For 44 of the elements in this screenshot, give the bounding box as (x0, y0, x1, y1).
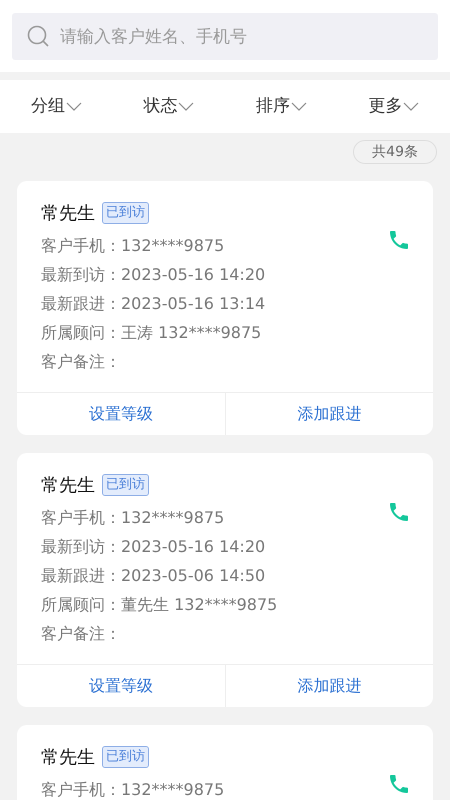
filter-dropdown[interactable]: 分组 (30, 94, 82, 120)
chevron-down-icon (66, 102, 82, 111)
status-tag: 已到访 (102, 202, 149, 224)
field-label: 最新跟进： (41, 293, 121, 315)
card-action[interactable]: 设置等级 (17, 665, 224, 707)
status-tag: 已到访 (102, 474, 149, 496)
chevron-down-icon (290, 102, 307, 111)
field-label: 最新到访： (41, 536, 121, 558)
chevron-down-icon (178, 102, 194, 111)
field-value: 132****9875 (121, 507, 224, 529)
card-action[interactable]: 添加跟进 (224, 393, 433, 435)
filter-dropdown[interactable]: 状态 (143, 94, 194, 120)
customer-name: 常先生 (41, 746, 95, 770)
card-action[interactable]: 添加跟进 (224, 665, 433, 707)
field-label: 客户手机： (41, 507, 121, 529)
field-label: 客户备注： (41, 351, 121, 373)
search-icon (27, 25, 49, 47)
field-value: 2023-05-16 14:20 (121, 264, 266, 286)
field-value: 2023-05-06 14:50 (121, 565, 266, 587)
field-value: 2023-05-16 14:20 (121, 536, 266, 558)
search-field[interactable]: 请输入客户姓名、手机号 (12, 13, 438, 60)
phone-icon[interactable] (387, 500, 411, 524)
field-label: 客户手机： (41, 779, 121, 800)
phone-icon[interactable] (387, 772, 411, 796)
field-label: 所属顾问： (41, 322, 121, 344)
total-count: 共49条 (353, 140, 437, 164)
field-label: 最新到访： (41, 264, 121, 286)
chevron-down-icon (403, 102, 420, 111)
customer-name: 常先生 (41, 202, 95, 226)
field-label: 最新跟进： (41, 565, 121, 587)
field-label: 客户备注： (41, 623, 121, 645)
field-label: 客户手机： (41, 235, 121, 257)
field-value: 王涛 132****9875 (121, 322, 262, 344)
card-action[interactable]: 设置等级 (17, 393, 224, 435)
field-value: 2023-05-16 13:14 (121, 293, 266, 315)
filter-dropdown[interactable]: 更多 (368, 94, 420, 120)
customer-name: 常先生 (41, 474, 95, 498)
field-value: 董先生 132****9875 (121, 594, 278, 616)
field-value: 132****9875 (121, 779, 224, 800)
status-tag: 已到访 (102, 746, 149, 768)
field-value: 132****9875 (121, 235, 224, 257)
phone-icon[interactable] (387, 228, 411, 252)
field-label: 所属顾问： (41, 594, 121, 616)
filter-dropdown[interactable]: 排序 (256, 94, 307, 120)
